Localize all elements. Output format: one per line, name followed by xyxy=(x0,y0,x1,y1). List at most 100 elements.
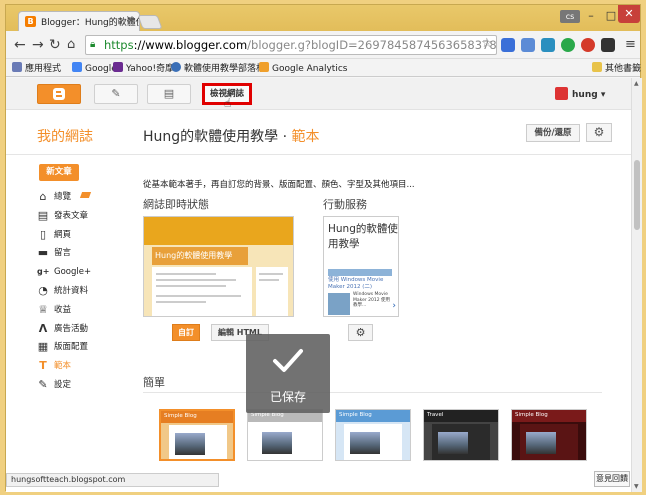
template-thumbnail[interactable]: Simple Blog xyxy=(247,409,323,461)
preview-header xyxy=(144,217,293,245)
preview-text-line xyxy=(156,295,241,297)
template-thumbnail[interactable]: Simple Blog xyxy=(511,409,587,461)
browser-tab[interactable]: B Blogger：Hung的軟體使 × xyxy=(18,11,140,31)
extension-icon[interactable] xyxy=(561,38,575,52)
backup-restore-button[interactable]: 備份/還原 xyxy=(526,124,580,142)
pages-icon: ▯ xyxy=(39,227,47,241)
mobile-settings-button[interactable]: ⚙ xyxy=(348,324,373,341)
home-icon[interactable]: ⌂ xyxy=(67,37,75,53)
template-thumbnail[interactable]: Travel xyxy=(423,409,499,461)
sidebar-item-label: 設定 xyxy=(54,379,72,390)
sidebar-nav: ⌂ 總覽 ▤ 發表文章 ▯ 網頁 ▬ 留言 g+ Google+ ◔ 統計資料 ♕ 收益 Λ廣… xyxy=(37,190,91,397)
simple-templates-label: 簡單 xyxy=(143,376,165,389)
lock-icon: 🔒︎ xyxy=(90,39,96,50)
posts-list-button[interactable]: ▤ xyxy=(147,84,191,104)
my-blogs-link[interactable]: 我的網誌 xyxy=(37,126,93,146)
bookmark-google[interactable]: Google xyxy=(72,62,117,75)
sidebar-item-comments[interactable]: ▬ 留言 xyxy=(37,246,91,265)
sidebar-item-layout[interactable]: ▦ 版面配置 xyxy=(37,340,91,359)
tab-close-icon[interactable]: × xyxy=(126,14,134,25)
blogger-favicon-icon: B xyxy=(25,16,36,27)
sidebar-item-earnings[interactable]: ♕ 收益 xyxy=(37,303,91,322)
template-thumbnail[interactable]: Simple Blog xyxy=(159,409,235,461)
back-icon[interactable]: ← xyxy=(14,37,26,53)
navigation-bar: ← → ↻ ⌂ 🔒︎ https://www.blogger.com/blogge… xyxy=(6,31,640,59)
other-bookmarks[interactable]: 其他書籤 xyxy=(592,62,641,75)
avatar xyxy=(555,87,568,100)
bookmark-analytics[interactable]: Google Analytics xyxy=(259,62,347,75)
gear-icon: ⚙ xyxy=(355,326,366,339)
sidebar-item-pages[interactable]: ▯ 網頁 xyxy=(37,228,91,247)
notification-flag-icon xyxy=(79,192,92,198)
scrollbar-thumb[interactable] xyxy=(634,160,640,230)
reload-icon[interactable]: ↻ xyxy=(49,37,61,53)
customize-button[interactable]: 自訂 xyxy=(172,324,200,341)
link-status-bar: hungsoftteach.blogspot.com xyxy=(6,473,219,487)
preview-text-line xyxy=(156,301,206,303)
account-menu[interactable]: hung ▾ xyxy=(555,87,605,100)
settings-wrench-icon: ✎ xyxy=(38,377,48,391)
sidebar-item-settings[interactable]: ✎ 設定 xyxy=(37,378,91,397)
scroll-up-icon[interactable]: ▲ xyxy=(634,80,639,87)
extension-icon[interactable] xyxy=(521,38,535,52)
blogger-logo-icon xyxy=(53,88,65,100)
address-bar[interactable]: 🔒︎ https://www.blogger.com/blogger.g?blog… xyxy=(85,35,497,55)
new-post-pencil-button[interactable]: ✎ xyxy=(94,84,138,104)
forward-icon[interactable]: → xyxy=(32,37,44,53)
sidebar-item-overview[interactable]: ⌂ 總覽 xyxy=(37,190,92,209)
sidebar-item-label: 版面配置 xyxy=(54,342,89,353)
feedback-button[interactable]: 意見回饋 xyxy=(594,471,630,487)
template-name: Travel xyxy=(427,412,444,418)
folder-icon xyxy=(592,62,602,72)
template-name: Simple Blog xyxy=(164,413,197,419)
profile-badge[interactable]: cs xyxy=(560,10,580,23)
extension-icon[interactable] xyxy=(541,38,555,52)
bookmark-yahoo[interactable]: Yahoo!奇摩 xyxy=(113,62,174,75)
mobile-preview[interactable]: Hung的軟體使用教學 使用 Windows Movie Maker 2012 … xyxy=(323,216,399,317)
translate-extension-icon[interactable] xyxy=(501,38,515,52)
mobile-label: 行動服務 xyxy=(323,198,367,211)
extension-icon[interactable] xyxy=(601,38,615,52)
vertical-scrollbar[interactable]: ▲ ▼ xyxy=(631,78,642,492)
blog-name: Hung的軟體使用教學 xyxy=(143,129,279,145)
new-tab-button[interactable] xyxy=(137,15,163,29)
template-description: 從基本範本著手，再自訂您的背景、版面配置、顏色、字型及其他項目... xyxy=(143,180,415,190)
template-sample-image xyxy=(438,432,468,454)
bookmark-star-icon[interactable]: ☆ xyxy=(481,37,493,50)
bookmark-blog[interactable]: 軟體使用教學部落格 xyxy=(171,62,265,75)
checkmark-icon xyxy=(273,349,303,372)
gear-icon: ⚙ xyxy=(593,125,605,139)
live-blog-preview[interactable]: Hung的軟體使用教學 xyxy=(143,216,294,317)
bookmark-label: 應用程式 xyxy=(25,64,62,74)
url-domain: ://www.blogger.com xyxy=(133,38,248,52)
scroll-down-icon[interactable]: ▼ xyxy=(634,483,639,490)
google-plus-icon: g+ xyxy=(37,267,50,277)
header-divider xyxy=(6,154,631,155)
sidebar-item-label: 收益 xyxy=(54,304,72,315)
mobile-post-snippet: Windows Movie Maker 2012 使用教學... xyxy=(353,292,391,308)
template-thumbnail[interactable]: Simple Blog xyxy=(335,409,411,461)
bookmark-label: Yahoo!奇摩 xyxy=(126,64,175,74)
sidebar-item-label: 網頁 xyxy=(54,229,72,240)
close-window-button[interactable]: ✕ xyxy=(618,5,640,23)
minimize-button[interactable]: – xyxy=(580,8,602,24)
sidebar-item-google-plus[interactable]: g+ Google+ xyxy=(37,265,91,284)
saved-message: 已保存 xyxy=(269,390,306,404)
chrome-menu-icon[interactable]: ≡ xyxy=(625,37,636,52)
posts-list-icon: ▤ xyxy=(163,87,175,100)
blogger-logo-button[interactable] xyxy=(37,84,81,104)
chevron-right-icon[interactable]: › xyxy=(392,301,396,311)
preview-title: Hung的軟體使用教學 xyxy=(152,247,248,265)
tab-strip: B Blogger：Hung的軟體使 × cs – □ ✕ xyxy=(6,5,640,31)
sidebar-item-template[interactable]: T 範本 xyxy=(37,359,91,378)
new-post-button[interactable]: 新文章 xyxy=(39,164,79,181)
sidebar-item-label: 總覽 xyxy=(54,192,72,202)
preview-body xyxy=(152,267,252,316)
sidebar-item-campaigns[interactable]: Λ 廣告活動 xyxy=(37,322,91,341)
pencil-icon: ✎ xyxy=(111,87,121,100)
extension-icon[interactable] xyxy=(581,38,595,52)
sidebar-item-posts[interactable]: ▤ 發表文章 xyxy=(37,209,91,228)
sidebar-item-stats[interactable]: ◔ 統計資料 xyxy=(37,284,91,303)
bookmark-apps[interactable]: 應用程式 xyxy=(12,62,61,75)
settings-gear-button[interactable]: ⚙ xyxy=(586,123,612,142)
